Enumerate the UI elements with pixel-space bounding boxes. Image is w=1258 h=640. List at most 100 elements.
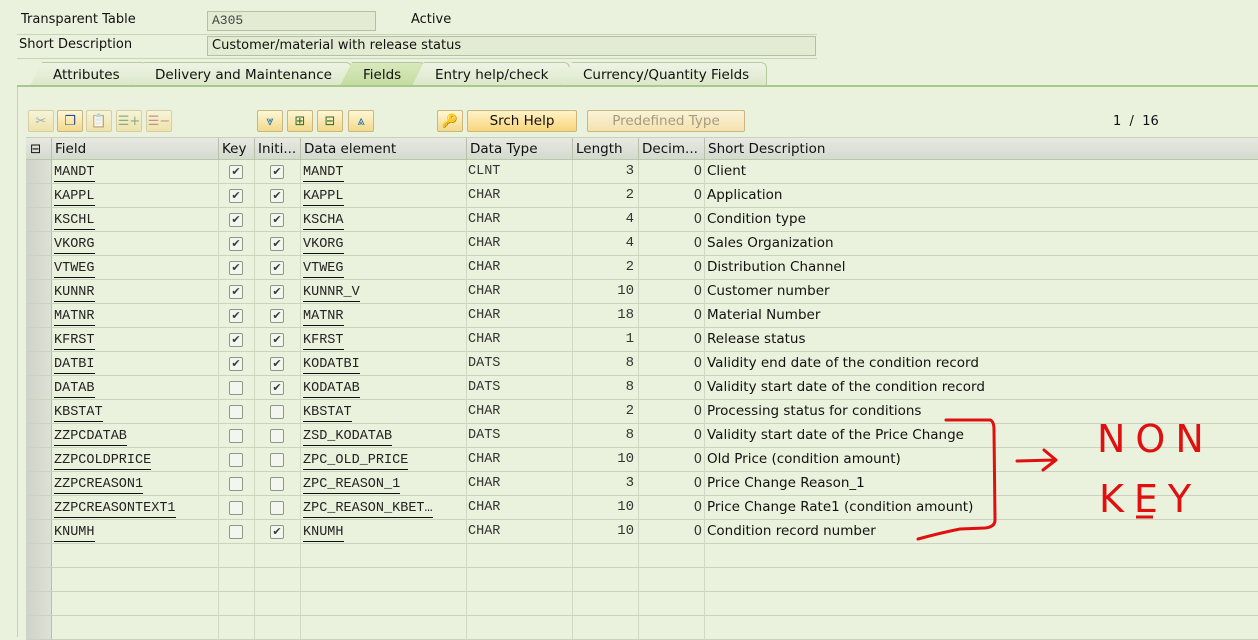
paste-button[interactable]: 📋 xyxy=(86,110,112,132)
data-element-link[interactable]: VKORG xyxy=(303,236,344,254)
table-row[interactable]: ZZPCREASONTEXT1 ZPC_REASON_KBET… CHAR 10 0 Pr… xyxy=(26,496,1258,520)
key-checkbox[interactable] xyxy=(229,453,243,467)
field-name-link[interactable]: KNUMH xyxy=(54,524,95,542)
field-name-link[interactable]: KUNNR xyxy=(54,284,95,302)
key-checkbox[interactable]: ✔ xyxy=(229,237,243,251)
column-config-button[interactable]: ⊟ xyxy=(26,138,52,160)
key-checkbox[interactable]: ✔ xyxy=(229,285,243,299)
empty-table-row[interactable] xyxy=(26,592,1258,616)
field-name-link[interactable]: ZZPCDATAB xyxy=(54,428,127,446)
table-row[interactable]: VKORG ✔ ✔ VKORG CHAR 4 0 Sales Organization xyxy=(26,232,1258,256)
initial-values-checkbox[interactable]: ✔ xyxy=(270,525,284,539)
column-header-decimals[interactable]: Decim... xyxy=(639,138,705,160)
insert-row-button[interactable]: ☰+ xyxy=(116,110,142,132)
field-name-link[interactable]: MANDT xyxy=(54,164,95,182)
column-header-field[interactable]: Field xyxy=(52,138,219,160)
search-help-key-button[interactable]: 🔑 xyxy=(437,110,463,132)
field-name-link[interactable]: ZZPCREASONTEXT1 xyxy=(54,500,176,518)
row-selector[interactable] xyxy=(26,568,52,591)
data-element-link[interactable]: MANDT xyxy=(303,164,344,182)
data-element-link[interactable]: ZSD_KODATAB xyxy=(303,428,393,446)
tab-delivery-maintenance[interactable]: Delivery and Maintenance xyxy=(132,62,352,86)
tab-entry-help-check[interactable]: Entry help/check xyxy=(412,62,570,86)
field-name-link[interactable]: KSCHL xyxy=(54,212,95,230)
table-row[interactable]: KBSTAT KBSTAT CHAR 2 0 Processing status for … xyxy=(26,400,1258,424)
initial-values-checkbox[interactable]: ✔ xyxy=(270,189,284,203)
table-row[interactable]: KNUMH ✔ KNUMH CHAR 10 0 Condition record numbe… xyxy=(26,520,1258,544)
table-row[interactable]: DATBI ✔ ✔ KODATBI DATS 8 0 Validity end date of… xyxy=(26,352,1258,376)
table-row[interactable]: ZZPCDATAB ZSD_KODATAB DATS 8 0 Validity start… xyxy=(26,424,1258,448)
tab-currency-quantity-fields[interactable]: Currency/Quantity Fields xyxy=(560,62,767,86)
data-element-link[interactable]: ZPC_OLD_PRICE xyxy=(303,452,409,470)
row-selector[interactable] xyxy=(26,208,52,231)
empty-table-row[interactable] xyxy=(26,616,1258,640)
initial-values-checkbox[interactable] xyxy=(270,453,284,467)
table-row[interactable]: KAPPL ✔ ✔ KAPPL CHAR 2 0 Application xyxy=(26,184,1258,208)
delete-row-button[interactable]: ☰− xyxy=(146,110,172,132)
column-header-length[interactable]: Length xyxy=(573,138,639,160)
srch-help-button[interactable]: Srch Help xyxy=(467,110,577,132)
row-selector[interactable] xyxy=(26,496,52,519)
table-row[interactable]: DATAB ✔ KODATAB DATS 8 0 Validity start date o… xyxy=(26,376,1258,400)
column-header-key[interactable]: Key xyxy=(219,138,255,160)
row-selector[interactable] xyxy=(26,160,52,183)
initial-values-checkbox[interactable] xyxy=(270,429,284,443)
insert-include-button[interactable]: ⊞ xyxy=(287,110,313,132)
data-element-link[interactable]: KSCHA xyxy=(303,212,344,230)
short-description-field[interactable]: Customer/material with release status xyxy=(207,36,816,56)
data-element-link[interactable]: KFRST xyxy=(303,332,344,350)
initial-values-checkbox[interactable]: ✔ xyxy=(270,237,284,251)
column-header-data-type[interactable]: Data Type xyxy=(467,138,573,160)
row-selector[interactable] xyxy=(26,232,52,255)
table-row[interactable]: MANDT ✔ ✔ MANDT CLNT 3 0 Client xyxy=(26,160,1258,184)
key-checkbox[interactable]: ✔ xyxy=(229,213,243,227)
row-selector[interactable] xyxy=(26,280,52,303)
key-checkbox[interactable]: ✔ xyxy=(229,189,243,203)
row-selector[interactable] xyxy=(26,472,52,495)
column-header-data-element[interactable]: Data element xyxy=(301,138,467,160)
tab-fields[interactable]: Fields xyxy=(340,62,426,86)
data-element-link[interactable]: KBSTAT xyxy=(303,404,352,422)
row-selector[interactable] xyxy=(26,328,52,351)
data-element-link[interactable]: KODATBI xyxy=(303,356,360,374)
row-selector[interactable] xyxy=(26,592,52,615)
data-element-link[interactable]: VTWEG xyxy=(303,260,344,278)
row-selector[interactable] xyxy=(26,424,52,447)
field-name-link[interactable]: DATBI xyxy=(54,356,95,374)
data-element-link[interactable]: KUNNR_V xyxy=(303,284,360,302)
empty-table-row[interactable] xyxy=(26,568,1258,592)
data-element-link[interactable]: ZPC_REASON_1 xyxy=(303,476,401,494)
initial-values-checkbox[interactable]: ✔ xyxy=(270,333,284,347)
table-row[interactable]: VTWEG ✔ ✔ VTWEG CHAR 2 0 Distribution Channel xyxy=(26,256,1258,280)
tab-attributes[interactable]: Attributes xyxy=(30,62,147,86)
table-row[interactable]: MATNR ✔ ✔ MATNR CHAR 18 0 Material Number xyxy=(26,304,1258,328)
expand-all-button[interactable]: ⩔ xyxy=(257,110,283,132)
data-element-link[interactable]: KAPPL xyxy=(303,188,344,206)
row-selector[interactable] xyxy=(26,184,52,207)
initial-values-checkbox[interactable] xyxy=(270,477,284,491)
key-checkbox[interactable] xyxy=(229,381,243,395)
row-selector[interactable] xyxy=(26,616,52,639)
key-checkbox[interactable] xyxy=(229,405,243,419)
initial-values-checkbox[interactable]: ✔ xyxy=(270,357,284,371)
copy-button[interactable]: ❐ xyxy=(57,110,83,132)
key-checkbox[interactable] xyxy=(229,525,243,539)
remove-include-button[interactable]: ⊟ xyxy=(317,110,343,132)
initial-values-checkbox[interactable]: ✔ xyxy=(270,381,284,395)
table-name-field[interactable]: A305 xyxy=(207,11,376,31)
key-checkbox[interactable] xyxy=(229,429,243,443)
initial-values-checkbox[interactable]: ✔ xyxy=(270,261,284,275)
field-name-link[interactable]: ZZPCREASON1 xyxy=(54,476,144,494)
data-element-link[interactable]: KODATAB xyxy=(303,380,360,398)
key-checkbox[interactable]: ✔ xyxy=(229,165,243,179)
key-checkbox[interactable]: ✔ xyxy=(229,333,243,347)
field-name-link[interactable]: DATAB xyxy=(54,380,95,398)
table-row[interactable]: KSCHL ✔ ✔ KSCHA CHAR 4 0 Condition type xyxy=(26,208,1258,232)
initial-values-checkbox[interactable] xyxy=(270,501,284,515)
initial-values-checkbox[interactable]: ✔ xyxy=(270,309,284,323)
key-checkbox[interactable]: ✔ xyxy=(229,357,243,371)
row-selector[interactable] xyxy=(26,256,52,279)
data-element-link[interactable]: KNUMH xyxy=(303,524,344,542)
field-name-link[interactable]: ZZPCOLDPRICE xyxy=(54,452,152,470)
key-checkbox[interactable]: ✔ xyxy=(229,261,243,275)
